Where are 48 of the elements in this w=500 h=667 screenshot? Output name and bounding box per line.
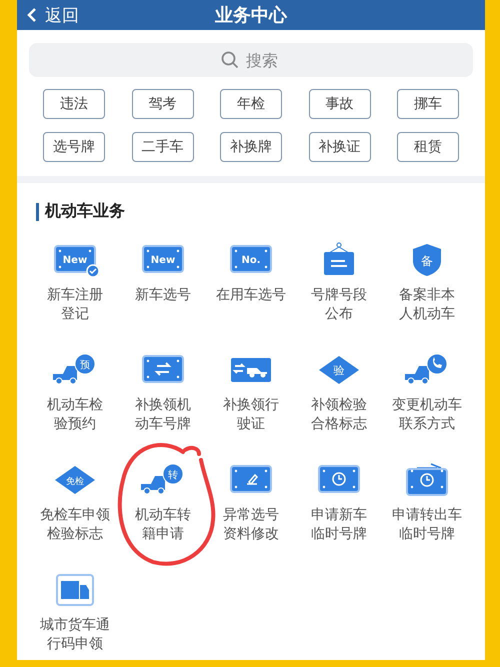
service-label: 在用车选号 [216,286,286,305]
search-field[interactable]: 搜索 [29,43,473,77]
service-label: 机动车检 验预约 [47,396,103,434]
service-label: 变更机动车 联系方式 [392,396,462,434]
service-item[interactable]: 免检 免检车申领 检验标志 [31,454,119,550]
service-label: 申请新车 临时号牌 [311,506,367,544]
service-item[interactable]: 申请转出车 临时号牌 [383,454,471,550]
tag-button[interactable]: 违法 [43,89,105,119]
back-button[interactable]: 返回 [27,4,79,26]
service-item[interactable]: 补换领机 动车号牌 [119,344,207,440]
tag-button[interactable]: 二手车 [132,132,194,162]
service-item[interactable]: 验 补领检验 合格标志 [295,344,383,440]
service-item[interactable]: No. 在用车选号 [207,234,295,330]
tag-button[interactable]: 年检 [220,89,282,119]
tag-button[interactable]: 补换证 [308,132,370,162]
service-label: 补换领机 动车号牌 [135,396,191,434]
tag-button[interactable]: 补换牌 [220,132,282,162]
service-label: 新车注册 登记 [47,286,103,324]
tag-button[interactable]: 驾考 [132,89,194,119]
service-label: 免检车申领 检验标志 [40,506,110,544]
service-item[interactable]: 转 机动车转 籍申请 [119,454,207,550]
page-title: 业务中心 [215,5,287,26]
service-item[interactable]: 申请新车 临时号牌 [295,454,383,550]
service-label: 新车选号 [135,286,191,305]
service-label: 号牌号段 公布 [311,286,367,324]
section-title: 机动车业务 [45,201,125,222]
tag-button[interactable]: 挪车 [397,89,459,119]
search-icon [221,51,239,69]
tag-button[interactable]: 事故 [308,89,370,119]
service-label: 申请转出车 临时号牌 [392,506,462,544]
service-item[interactable]: 号牌号段 公布 [295,234,383,330]
service-item[interactable]: 异常选号 资料修改 [207,454,295,550]
service-item[interactable]: 补换领行 驶证 [207,344,295,440]
service-label: 补换领行 驶证 [223,396,279,434]
tag-button[interactable]: 选号牌 [43,132,105,162]
service-label: 机动车转 籍申请 [135,506,191,544]
service-label: 补领检验 合格标志 [311,396,367,434]
service-item[interactable]: 预 机动车检 验预约 [31,344,119,440]
service-item[interactable]: 城市货车通 行码申领 [31,564,119,660]
service-item[interactable]: New 新车注册 登记 [31,234,119,330]
service-item[interactable]: 备 备案非本 人机动车 [383,234,471,330]
service-label: 异常选号 资料修改 [223,506,279,544]
service-item[interactable]: New 新车选号 [119,234,207,330]
service-label: 备案非本 人机动车 [399,286,455,324]
plate-clock-icon [403,462,451,498]
service-item[interactable]: 变更机动车 联系方式 [383,344,471,440]
service-label: 城市货车通 行码申领 [40,616,110,654]
tag-button[interactable]: 租赁 [397,132,459,162]
